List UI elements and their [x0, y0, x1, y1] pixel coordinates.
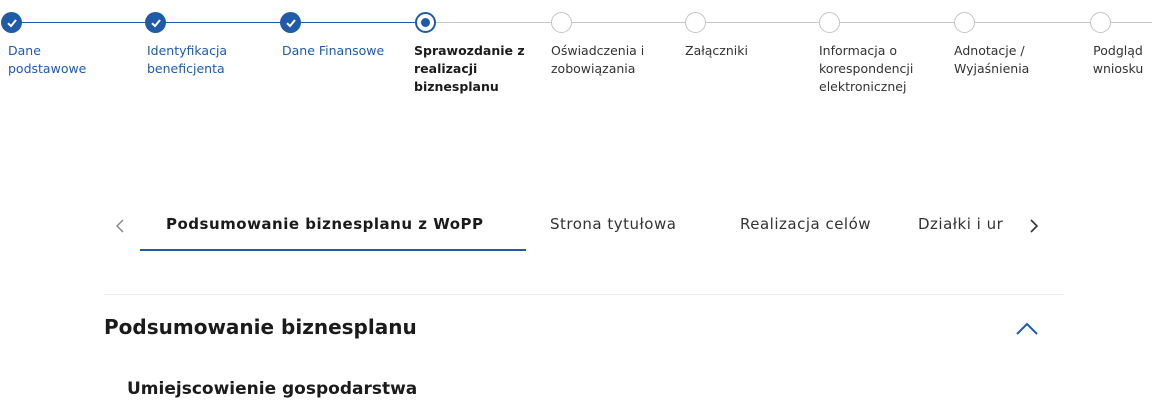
tab-realizacja-celow[interactable]: Realizacja celów	[740, 215, 871, 233]
section-divider	[104, 294, 1064, 295]
step-label: Informacja o korespondencji elektroniczn…	[819, 43, 914, 94]
tab-strip: Podsumowanie biznesplanu z WoPP Strona t…	[104, 206, 1039, 256]
empty-circle-icon	[685, 12, 706, 33]
current-step-dot-icon	[415, 12, 436, 33]
step-label: Podgląd wniosku	[1092, 43, 1144, 76]
step-label: Oświadczenia i zobowiązania	[551, 43, 645, 76]
active-tab-underline	[140, 249, 526, 251]
empty-circle-icon	[819, 12, 840, 33]
subsection-title: Umiejscowienie gospodarstwa	[127, 379, 418, 399]
empty-circle-icon	[954, 12, 975, 33]
chevron-right-icon[interactable]	[1024, 216, 1044, 236]
tab-podsumowanie-biznesplanu[interactable]: Podsumowanie biznesplanu z WoPP	[166, 215, 484, 233]
check-icon	[145, 12, 166, 33]
check-icon	[280, 12, 301, 33]
step-label: Adnotacje / Wyjaśnienia	[954, 43, 1030, 76]
stepper-line-pending	[426, 22, 1152, 23]
step-label: Identyfikacja beneficjenta	[147, 43, 228, 76]
empty-circle-icon	[551, 12, 572, 33]
step-label: Załączniki	[685, 43, 748, 58]
progress-stepper: Dane podstawowe Identyfikacja beneficjen…	[0, 0, 1152, 140]
chevron-up-icon[interactable]	[1010, 315, 1044, 343]
empty-circle-icon	[1090, 12, 1111, 33]
stepper-line-done	[12, 22, 426, 23]
step-label: Dane podstawowe	[8, 43, 87, 76]
chevron-left-icon[interactable]	[110, 216, 130, 236]
step-label: Sprawozdanie z realizacji biznesplanu	[414, 43, 525, 94]
tab-strona-tytulowa[interactable]: Strona tytułowa	[550, 215, 676, 233]
check-icon	[1, 12, 22, 33]
section-title: Podsumowanie biznesplanu	[104, 315, 417, 339]
tab-dzialki[interactable]: Działki i ur	[918, 215, 1003, 233]
step-label: Dane Finansowe	[282, 43, 385, 58]
tab-viewport: Podsumowanie biznesplanu z WoPP Strona t…	[140, 206, 1028, 256]
